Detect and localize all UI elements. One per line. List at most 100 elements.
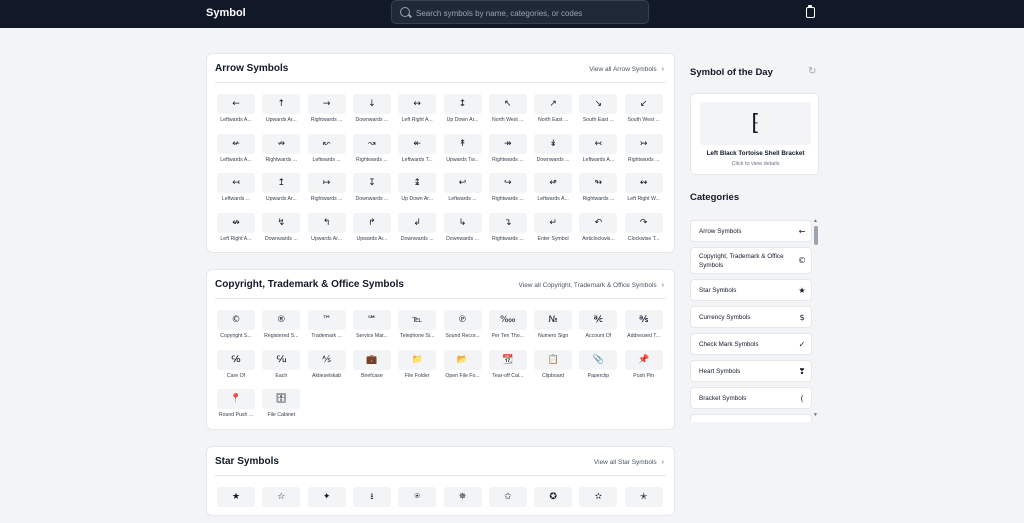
category-label: Copyright, Trademark & Office Symbols: [699, 252, 784, 269]
symbol-tile[interactable]: ↤ Leftwards ...: [217, 173, 259, 209]
symbol-glyph: ↪: [488, 173, 527, 193]
symbol-tile[interactable]: ↪ Rightwards ...: [488, 173, 531, 209]
symbol-tile[interactable]: ↮ Left Right A...: [217, 212, 259, 249]
symbol-tile[interactable]: ☆: [262, 487, 304, 523]
symbol-tile[interactable]: ↨ Up Down Ar...: [398, 173, 440, 209]
symbol-tile[interactable]: 📍 Round Push ...: [217, 389, 259, 425]
category-item[interactable]: Currency Symbols $: [690, 306, 812, 328]
category-item[interactable]: Bracket Symbols (: [690, 387, 812, 409]
symbol-label: Clipboard: [541, 372, 565, 379]
symbol-tile[interactable]: ↵ Enter Symbol: [534, 212, 576, 249]
symbol-label: Round Push ...: [218, 412, 254, 418]
view-all-link[interactable]: View all Arrow Symbols ›: [589, 66, 664, 73]
symbol-tile[interactable]: ↩ Leftwards ...: [443, 173, 486, 209]
symbol-tile[interactable]: ℆ Each: [262, 349, 304, 386]
symbol-tile[interactable]: ↷ Clockwise T...: [624, 212, 667, 249]
symbol-tile[interactable]: ↶ Anticlockwis...: [579, 212, 621, 249]
scrollbar-thumb[interactable]: [814, 226, 818, 245]
refresh-icon[interactable]: ↻: [808, 66, 816, 77]
symbol-tile[interactable]: ↯ Downwards ...: [262, 212, 304, 249]
symbol-tile[interactable]: ℗ Sound Recor...: [443, 310, 486, 346]
symbol-tile[interactable]: ↜ Leftwards ...: [307, 133, 350, 170]
scroll-up-icon[interactable]: ▲: [813, 218, 818, 224]
symbol-tile[interactable]: ℀ Account Of: [579, 310, 621, 346]
symbol-tile[interactable]: ↕ Up Down Ar...: [443, 94, 486, 130]
symbol-tile[interactable]: ℡ Telephone Si...: [398, 310, 440, 346]
symbol-tile[interactable]: ↔ Left Right A...: [398, 94, 440, 130]
symbol-tile[interactable]: ↴ Rightwards ...: [488, 212, 531, 249]
category-item[interactable]: Check Mark Symbols ✓: [690, 333, 812, 355]
symbol-tile[interactable]: 📎 Paperclip: [579, 349, 621, 386]
symbol-tile[interactable]: ↗ North East ...: [534, 94, 576, 130]
symbol-tile[interactable]: ℁ Addressed T...: [624, 310, 667, 346]
category-item[interactable]: Star Symbols ★: [690, 279, 812, 301]
view-all-link[interactable]: View all Star Symbols ›: [594, 459, 664, 466]
category-item[interactable]: [690, 414, 812, 422]
search-box[interactable]: [391, 0, 649, 24]
symbol-tile[interactable]: ↬ Rightwards ...: [579, 173, 621, 209]
symbol-tile[interactable]: ⅍ Aktieselskab: [307, 349, 350, 386]
symbol-tile[interactable]: ⍟: [398, 487, 440, 523]
symbol-tile[interactable]: ↲ Downwards ...: [398, 212, 440, 249]
category-item[interactable]: Heart Symbols ❣: [690, 360, 812, 382]
symbol-tile[interactable]: ↱ Upwards Ar...: [352, 212, 395, 249]
symbol-tile[interactable]: ★: [217, 487, 259, 523]
symbol-tile[interactable]: ← Leftwards A...: [217, 94, 259, 130]
symbol-tile[interactable]: ✵: [443, 487, 486, 523]
symbol-tile[interactable]: ↘ South East ...: [579, 94, 621, 130]
symbol-tile[interactable]: ↦ Rightwards ...: [307, 173, 350, 209]
clipboard-icon[interactable]: [806, 5, 815, 18]
symbol-tile[interactable]: ↳ Downwards ...: [443, 212, 486, 249]
symbol-tile[interactable]: ℅ Care Of: [217, 349, 259, 386]
category-item[interactable]: Arrow Symbols ←: [690, 220, 812, 242]
symbol-tile[interactable]: 🗄 File Cabinet: [262, 389, 304, 425]
symbol-tile[interactable]: 💼 Briefcase: [352, 349, 395, 386]
search-input[interactable]: [414, 5, 643, 22]
symbol-tile[interactable]: ↰ Upwards Ar...: [307, 212, 350, 249]
symbol-glyph: ↱: [352, 212, 391, 233]
symbol-tile[interactable]: ↛ Rightwards ...: [262, 133, 304, 170]
symbol-tile[interactable]: ↝ Rightwards ...: [352, 133, 395, 170]
symbol-tile[interactable]: ‱ Per Ten Tho...: [488, 310, 531, 346]
symbol-tile[interactable]: ✭: [624, 487, 667, 523]
symbol-tile[interactable]: ✪: [534, 487, 576, 523]
symbol-tile[interactable]: ↢ Leftwards A...: [579, 133, 621, 170]
symbol-of-the-day-card[interactable]: ⁅ Left Black Tortoise Shell Bracket Clic…: [690, 93, 819, 175]
symbol-tile[interactable]: 📂 Open File Fo...: [443, 349, 486, 386]
symbol-tile[interactable]: ↥ Upwards Ar...: [262, 173, 304, 209]
symbol-tile[interactable]: ↫ Leftwards A...: [534, 173, 576, 209]
symbol-glyph: ↮: [217, 212, 255, 233]
symbol-tile[interactable]: ↭ Left Right W...: [624, 173, 667, 209]
symbol-tile[interactable]: 📌 Push Pin: [624, 349, 667, 386]
category-item[interactable]: Copyright, Trademark & Office Symbols ©: [690, 247, 812, 274]
symbol-tile[interactable]: ✩: [488, 487, 531, 523]
scroll-down-icon[interactable]: ▼: [813, 412, 818, 418]
symbol-tile[interactable]: ↣ Rightwards ...: [624, 133, 667, 170]
symbol-tile[interactable]: ↧ Downwards ...: [352, 173, 395, 209]
symbol-tile[interactable]: ℠ Service Mar...: [352, 310, 395, 346]
symbol-tile[interactable]: ↠ Rightwards ...: [488, 133, 531, 170]
symbol-tile[interactable]: ✫: [579, 487, 621, 523]
symbol-tile[interactable]: ® Registered S...: [262, 310, 304, 346]
site-logo[interactable]: Symbol: [206, 7, 246, 19]
symbol-tile[interactable]: ↡ Downwards ...: [534, 133, 576, 170]
symbol-label: Upwards Ar...: [265, 196, 297, 202]
symbol-tile[interactable]: 📋 Clipboard: [534, 349, 576, 386]
symbol-tile[interactable]: 📁 File Folder: [398, 349, 440, 386]
symbol-tile[interactable]: ↞ Leftwards T...: [398, 133, 440, 170]
symbol-tile[interactable]: № Numero Sign: [534, 310, 576, 346]
symbol-tile[interactable]: ⭳: [352, 487, 395, 523]
symbol-tile[interactable]: ™ Trademark ...: [307, 310, 350, 346]
symbol-tile[interactable]: ↓ Downwards ...: [352, 94, 395, 130]
symbol-tile[interactable]: 📆 Tear-off Cal...: [488, 349, 531, 386]
symbol-tile[interactable]: ↖ North West ...: [488, 94, 531, 130]
symbol-tile[interactable]: ↚ Leftwards A...: [217, 133, 259, 170]
symbol-tile[interactable]: ↑ Upwards Ar...: [262, 94, 304, 130]
view-all-link[interactable]: View all Copyright, Trademark & Office S…: [519, 282, 664, 289]
symbol-tile[interactable]: → Rightwards ...: [307, 94, 350, 130]
symbol-tile[interactable]: ↟ Upwards Tw...: [443, 133, 486, 170]
symbol-tile[interactable]: © Copyright S...: [217, 310, 259, 346]
symbol-tile[interactable]: ✦: [307, 487, 350, 523]
symbol-glyph: ↧: [352, 173, 391, 193]
symbol-tile[interactable]: ↙ South West ...: [624, 94, 667, 130]
